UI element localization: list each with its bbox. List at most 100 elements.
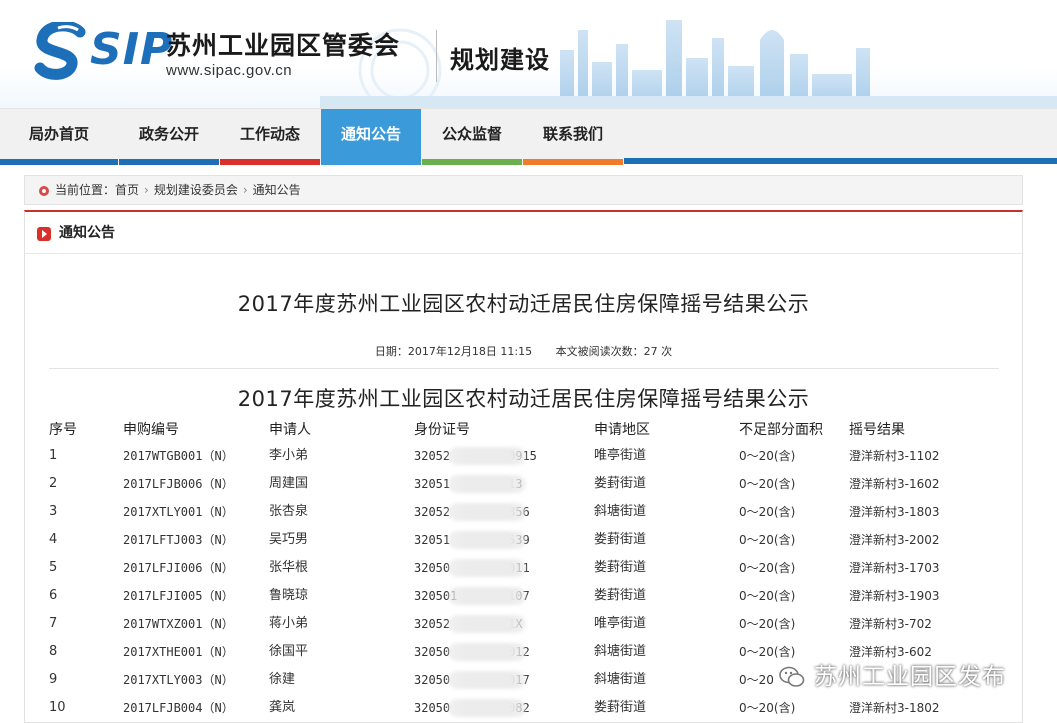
breadcrumb-link-home[interactable]: 首页 (115, 183, 139, 197)
nav-item-home[interactable]: 局办首页 (0, 109, 118, 165)
id-number: 32052856 (414, 498, 530, 526)
chevron-right-icon: › (144, 183, 149, 197)
application-code: 2017LFJI006（N） (123, 561, 234, 575)
table-row: 1 2017WTGB001（N） 李小弟 320520915 唯亭街道 0～20(含) 澄洋… (25, 442, 1022, 470)
box-heading-label: 通知公告 (59, 225, 115, 241)
id-number-prefix: 32050 (414, 673, 451, 687)
table-row: 10 2017LFJB004（N） 龚岚 32050082 娄葑街道 0～20(含) 澄洋新… (25, 694, 1022, 722)
row-number: 7 (49, 616, 58, 631)
application-area: 娄葑街道 (594, 532, 647, 547)
application-code: 2017LFJB006（N） (123, 477, 234, 491)
column-header: 申购编号 (123, 422, 179, 438)
application-area: 斜塘街道 (594, 504, 647, 519)
nav-item-work-news[interactable]: 工作动态 (220, 109, 320, 165)
redaction-blur (448, 559, 526, 577)
id-number: 3205113 (414, 470, 522, 498)
table-row: 2 2017LFJB006（N） 周建国 3205113 娄葑街道 0～20(含) 澄洋新村… (25, 470, 1022, 498)
column-header: 申请人 (269, 422, 311, 438)
applicant-name: 吴巧男 (269, 532, 309, 547)
organization-name: 苏州工业园区管委会 (166, 31, 401, 60)
application-code: 2017WTXZ001（N） (123, 617, 234, 631)
application-code: 2017WTGB001（N） (123, 449, 234, 463)
applicant-name: 张杏泉 (269, 504, 309, 519)
nav-item-government-affairs[interactable]: 政务公开 (119, 109, 219, 165)
id-number: 320520915 (414, 442, 537, 470)
header-divider (436, 30, 437, 82)
box-heading: 通知公告 (25, 212, 1022, 254)
application-area: 斜塘街道 (594, 672, 647, 687)
breadcrumb-prefix: 当前位置： (55, 183, 116, 197)
shortfall-area: 0～20(含) (739, 477, 796, 491)
application-area: 斜塘街道 (594, 644, 647, 659)
shortfall-area: 0～20(含) (739, 449, 796, 463)
shortfall-area: 0～20 (739, 673, 774, 687)
nav-item-label: 工作动态 (239, 125, 300, 143)
applicant-name: 鲁晓琼 (269, 588, 309, 603)
row-number: 3 (49, 504, 58, 519)
nav-item-accent-bar (119, 159, 219, 165)
row-number: 10 (49, 700, 66, 715)
sip-logo-icon (34, 22, 86, 80)
watermark-text: 苏州工业园区发布 (814, 664, 1006, 690)
organization-url[interactable]: www.sipac.gov.cn (166, 62, 292, 79)
id-number: 32050082 (414, 694, 530, 722)
applicant-name: 张华根 (269, 560, 309, 575)
application-area: 唯亭街道 (594, 616, 647, 631)
article-title: 2017年度苏州工业园区农村动迁居民住房保障摇号结果公示 (237, 292, 810, 316)
applicant-name: 龚岚 (269, 700, 296, 715)
table-row: 5 2017LFJI006（N） 张华根 32050011 娄葑街道 0～20(含) 澄洋新… (25, 554, 1022, 582)
nav-item-public-supervision[interactable]: 公众监督 (422, 109, 522, 165)
shortfall-area: 0～20(含) (739, 533, 796, 547)
redaction-blur (448, 671, 526, 689)
table-row: 3 2017XTLY001（N） 张杏泉 32052856 斜塘街道 0～20(含) 澄洋新… (25, 498, 1022, 526)
id-number: 32051539 (414, 526, 530, 554)
site-header: SIP 苏州工业园区管委会 www.sipac.gov.cn 规划建设 (0, 0, 1057, 108)
city-skyline-banner (320, 20, 1057, 108)
application-code: 2017XTHE001（N） (123, 645, 234, 659)
redaction-blur (448, 615, 526, 633)
redaction-blur (448, 699, 526, 717)
play-icon (37, 227, 51, 241)
application-area: 娄葑街道 (594, 700, 647, 715)
article-date: 日期：2017年12月18日 11:15 (374, 345, 533, 358)
applicant-name: 蒋小弟 (269, 616, 309, 631)
id-number-prefix: 32052 (414, 449, 451, 463)
content-box: 通知公告 2017年度苏州工业园区农村动迁居民住房保障摇号结果公示 日期：201… (24, 210, 1023, 723)
nav-item-contact-us[interactable]: 联系我们 (523, 109, 623, 165)
column-header: 序号 (49, 422, 77, 438)
application-area: 唯亭街道 (594, 448, 647, 463)
nav-item-label: 联系我们 (542, 125, 603, 143)
redaction-blur (448, 643, 526, 661)
shortfall-area: 0～20(含) (739, 561, 796, 575)
table-row: 4 2017LFTJ003（N） 吴巧男 32051539 娄葑街道 0～20(含) 澄洋新… (25, 526, 1022, 554)
lottery-result: 澄洋新村3-1602 (849, 477, 940, 491)
row-number: 4 (49, 532, 58, 547)
breadcrumb-link-planning-committee[interactable]: 规划建设委员会 (154, 183, 238, 197)
row-number: 6 (49, 588, 58, 603)
id-number-prefix: 32051 (414, 533, 451, 547)
lottery-result: 澄洋新村3-702 (849, 617, 932, 631)
location-icon (39, 185, 49, 196)
article-meta: 日期：2017年12月18日 11:15 本文被阅读次数：27 次 (25, 343, 1022, 359)
nav-item-notices[interactable]: 通知公告 (321, 109, 421, 165)
id-number: 32050011 (414, 554, 530, 582)
id-number-prefix: 32050 (414, 561, 451, 575)
row-number: 2 (49, 476, 58, 491)
column-header: 不足部分面积 (739, 422, 823, 438)
article-body-title: 2017年度苏州工业园区农村动迁居民住房保障摇号结果公示 (237, 387, 810, 411)
id-number-prefix: 32052 (414, 617, 451, 631)
id-number-prefix: 32051 (414, 477, 451, 491)
main-nav: 局办首页 政务公开 工作动态 通知公告 公众监督 联系我们 (0, 108, 1057, 165)
nav-item-accent-bar (321, 159, 421, 165)
nav-item-accent-bar (523, 159, 623, 165)
application-code: 2017LFTJ003（N） (123, 533, 234, 547)
table-row: 62017LFJI005（N）鲁晓琼320501107娄葑街道0～20(含)澄洋… (25, 582, 1022, 610)
breadcrumb-link-notices[interactable]: 通知公告 (253, 183, 301, 197)
shortfall-area: 0～20(含) (739, 589, 796, 603)
application-area: 娄葑街道 (594, 560, 647, 575)
application-code: 2017XTLY001（N） (123, 505, 234, 519)
redaction-blur (448, 587, 526, 605)
application-area: 娄葑街道 (594, 588, 647, 603)
shortfall-area: 0～20(含) (739, 701, 796, 715)
shortfall-area: 0～20(含) (739, 617, 796, 631)
